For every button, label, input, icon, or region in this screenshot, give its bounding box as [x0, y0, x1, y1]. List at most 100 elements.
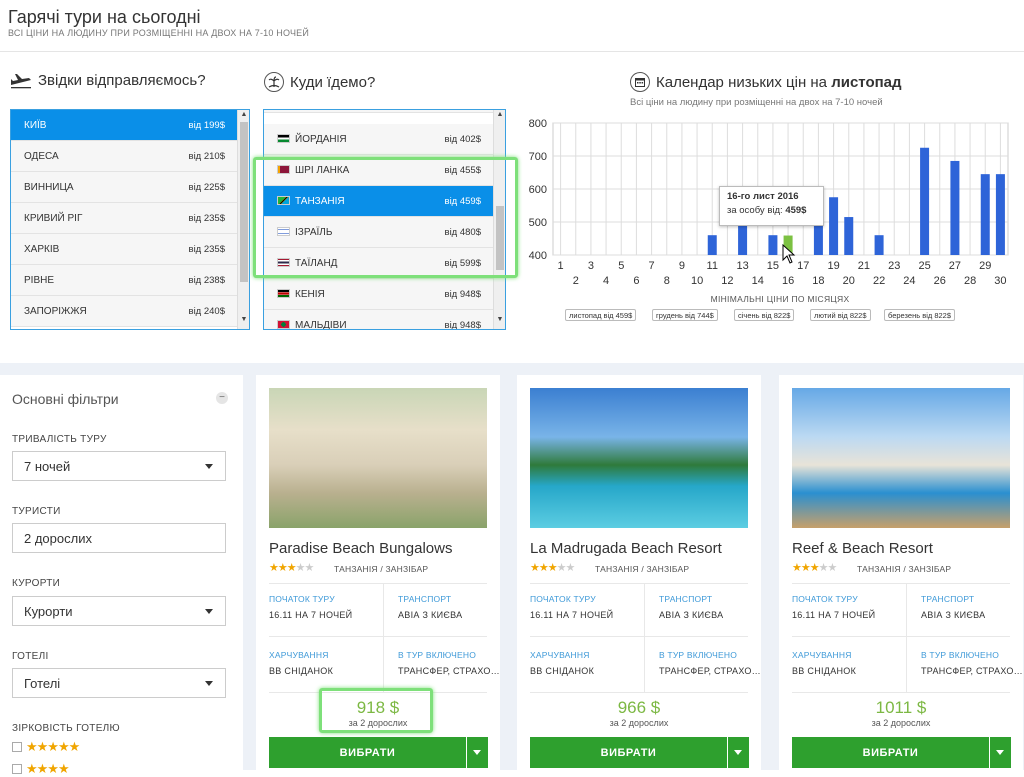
- from-item[interactable]: ВИННИЦА від 225$: [11, 172, 237, 203]
- destination-item[interactable]: ЙОРДАНІЯ від 402$: [264, 124, 493, 155]
- hotel-stars: ★★★★★: [792, 562, 837, 574]
- scroll-down-icon[interactable]: ▼: [238, 316, 249, 323]
- y-tick-label: 700: [529, 151, 547, 163]
- to-title-text: Куди їдемо?: [290, 73, 376, 91]
- from-scrollbar[interactable]: ▲ ▼: [237, 110, 249, 329]
- price-highlight-frame: [319, 688, 433, 733]
- start-value: 16.11 НА 7 НОЧЕЙ: [530, 610, 614, 620]
- city-price: від 238$: [188, 274, 225, 286]
- meal-label: ХАРЧУВАННЯ: [530, 650, 590, 660]
- hotel-name[interactable]: Paradise Beach Bungalows: [269, 540, 452, 557]
- price-bar: [950, 160, 960, 255]
- hotel-card[interactable]: Reef & Beach Resort ★★★★★ ТАНЗАНІЯ / ЗАНЗІ…: [779, 375, 1023, 770]
- select-dropdown-button[interactable]: [728, 737, 749, 768]
- x-tick-label: 28: [964, 275, 976, 287]
- divider: [792, 692, 1010, 693]
- hotel-photo[interactable]: [792, 388, 1010, 528]
- chevron-down-icon: [205, 464, 213, 469]
- page-subtitle: ВСІ ЦІНИ НА ЛЮДИНУ ПРИ РОЗМІЩЕННІ НА ДВО…: [8, 28, 310, 38]
- start-label: ПОЧАТОК ТУРУ: [792, 594, 858, 604]
- country-name: ЙОРДАНІЯ: [295, 133, 347, 145]
- select-dropdown-button[interactable]: [467, 737, 488, 768]
- highlight-frame: [253, 157, 518, 278]
- price-bar: [844, 217, 854, 255]
- divider: [792, 636, 1010, 637]
- hotels-select[interactable]: Готелі: [12, 668, 226, 698]
- price-bar: [768, 235, 778, 255]
- month-chip-mar[interactable]: березень від 822$: [884, 309, 956, 321]
- x-tick-label: 25: [918, 260, 930, 272]
- duration-select[interactable]: 7 ночей: [12, 451, 226, 481]
- price-subtitle: за 2 дорослих: [609, 718, 669, 728]
- select-button[interactable]: ВИБРАТИ: [792, 737, 989, 768]
- x-tick-label: 11: [707, 260, 718, 272]
- transport-label: ТРАНСПОРТ: [921, 594, 975, 604]
- city-price: від 225$: [188, 181, 225, 193]
- start-label: ПОЧАТОК ТУРУ: [530, 594, 596, 604]
- select-dropdown-button[interactable]: [990, 737, 1011, 768]
- month-chip-dec[interactable]: грудень від 744$: [652, 309, 718, 321]
- from-list[interactable]: КИЇВ від 199$ ОДЕСА від 210$ ВИННИЦА від 225$…: [10, 109, 250, 330]
- transport-label: ТРАНСПОРТ: [659, 594, 713, 604]
- country-name: МАЛЬДІВИ: [295, 319, 347, 330]
- city-price: від 235$: [188, 212, 225, 224]
- stars5-checkbox[interactable]: [12, 742, 22, 752]
- month-chip-jan[interactable]: січень від 822$: [734, 309, 795, 321]
- x-tick-label: 3: [588, 260, 594, 272]
- from-item[interactable]: ХАРКІВ від 235$: [11, 234, 237, 265]
- from-item[interactable]: КИЇВ від 199$: [11, 110, 237, 141]
- hotel-photo[interactable]: [530, 388, 748, 528]
- country-price: від 948$: [444, 319, 481, 330]
- stars4-checkbox[interactable]: [12, 764, 22, 774]
- divider: [792, 583, 1010, 584]
- start-value: 16.11 НА 7 НОЧЕЙ: [269, 610, 353, 620]
- price-bar: [707, 235, 717, 255]
- calendar-subtitle: Всі ціни на людину при розміщенні на дво…: [630, 97, 883, 108]
- destination-item[interactable]: МАЛЬДІВИ від 948$: [264, 310, 493, 330]
- city-price: від 199$: [188, 119, 225, 131]
- from-item[interactable]: РІВНЕ від 238$: [11, 265, 237, 296]
- price-bar: [920, 147, 930, 255]
- country-price: від 948$: [444, 288, 481, 300]
- collapse-icon[interactable]: −: [216, 392, 228, 404]
- list-item-partial[interactable]: [264, 110, 494, 113]
- y-tick-label: 400: [529, 250, 547, 262]
- x-tick-label: 8: [664, 275, 670, 287]
- x-tick-label: 9: [679, 260, 685, 272]
- from-item[interactable]: ЗАПОРІЖЖЯ від 240$: [11, 296, 237, 327]
- from-item[interactable]: ОДЕСА від 210$: [11, 141, 237, 172]
- resorts-select[interactable]: Курорти: [12, 596, 226, 626]
- flag-icon: [277, 134, 290, 144]
- included-label: В ТУР ВКЛЮЧЕНО: [398, 650, 477, 660]
- month-chip-feb[interactable]: лютий від 822$: [810, 309, 871, 321]
- x-tick-label: 15: [767, 260, 779, 272]
- hotel-card[interactable]: La Madrugada Beach Resort ★★★★★ ТАНЗАНІЯ /…: [517, 375, 761, 770]
- tourists-input[interactable]: 2 дорослих: [12, 523, 226, 553]
- from-item[interactable]: КРИВИЙ РІГ від 235$: [11, 203, 237, 234]
- divider: [383, 583, 384, 692]
- destination-item[interactable]: КЕНІЯ від 948$: [264, 279, 493, 310]
- to-title: Куди їдемо?: [264, 72, 375, 92]
- x-tick-label: 7: [649, 260, 655, 272]
- tourists-label: ТУРИСТИ: [12, 506, 61, 517]
- flag-icon: [277, 289, 290, 299]
- scroll-up-icon[interactable]: ▲: [494, 111, 505, 118]
- scroll-down-icon[interactable]: ▼: [494, 316, 505, 323]
- x-tick-label: 4: [603, 275, 609, 287]
- hotel-price: 1011 $: [875, 698, 927, 717]
- meal-value: BB СНІДАНОК: [269, 666, 334, 676]
- scroll-thumb[interactable]: [240, 122, 248, 282]
- hotel-photo[interactable]: [269, 388, 487, 528]
- city-name: ЗАПОРІЖЖЯ: [24, 305, 87, 317]
- x-tick-label: 14: [752, 275, 764, 287]
- scroll-up-icon[interactable]: ▲: [238, 111, 249, 118]
- tooltip-date: 16-го лист 2016: [727, 191, 799, 202]
- month-chip-nov[interactable]: листопад від 459$: [565, 309, 637, 321]
- hotel-name[interactable]: Reef & Beach Resort: [792, 540, 933, 557]
- x-tick-label: 21: [858, 260, 870, 272]
- hotel-name[interactable]: La Madrugada Beach Resort: [530, 540, 722, 557]
- filters-panel: Основні фільтри − ТРИВАЛІСТЬ ТУРУ 7 ноче…: [0, 375, 243, 776]
- select-button[interactable]: ВИБРАТИ: [269, 737, 466, 768]
- included-label: В ТУР ВКЛЮЧЕНО: [659, 650, 738, 660]
- select-button[interactable]: ВИБРАТИ: [530, 737, 727, 768]
